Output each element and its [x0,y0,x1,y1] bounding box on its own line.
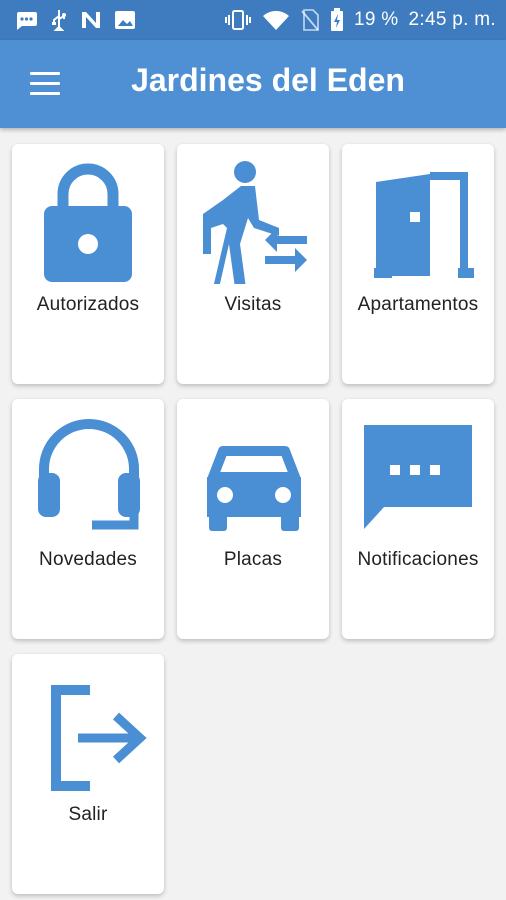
tile-label: Placas [223,549,283,570]
lock-icon [38,154,138,284]
tile-visitas[interactable]: Visitas [177,144,329,384]
app-bar: Jardines del Eden [0,40,506,128]
clock: 2:45 p. m. [408,9,496,30]
battery-icon [330,8,344,32]
status-bar: 19 % 2:45 p. m. [0,0,506,40]
vibrate-icon [224,10,252,30]
visitor-walk-icon [203,154,307,284]
tile-label: Apartamentos [357,294,479,315]
tile-novedades[interactable]: Novedades [12,399,164,639]
tile-label: Visitas [224,294,282,315]
status-bar-right: 19 % 2:45 p. m. [224,8,496,32]
tile-salir[interactable]: Salir [12,654,164,894]
tile-label: Notificaciones [357,549,479,570]
door-icon [368,154,474,284]
tile-autorizados[interactable]: Autorizados [12,144,164,384]
tile-notificaciones[interactable]: Notificaciones [342,399,494,639]
tile-apartamentos[interactable]: Apartamentos [342,144,494,384]
app-title: Jardines del Eden [131,62,405,98]
usb-icon [50,9,68,31]
no-sim-icon [300,9,320,31]
battery-percent: 19 % [353,9,399,30]
n-icon [80,10,102,30]
tile-placas[interactable]: Placas [177,399,329,639]
tile-label: Autorizados [36,294,140,315]
message-icon [364,409,472,539]
headset-icon [38,409,140,539]
tile-label: Salir [68,804,108,825]
tile-label: Novedades [39,549,137,570]
status-bar-left [14,9,136,31]
car-icon [203,409,303,539]
wifi-icon [262,9,290,31]
image-icon [114,10,136,30]
exit-icon [38,664,147,794]
chat-icon [14,10,38,30]
